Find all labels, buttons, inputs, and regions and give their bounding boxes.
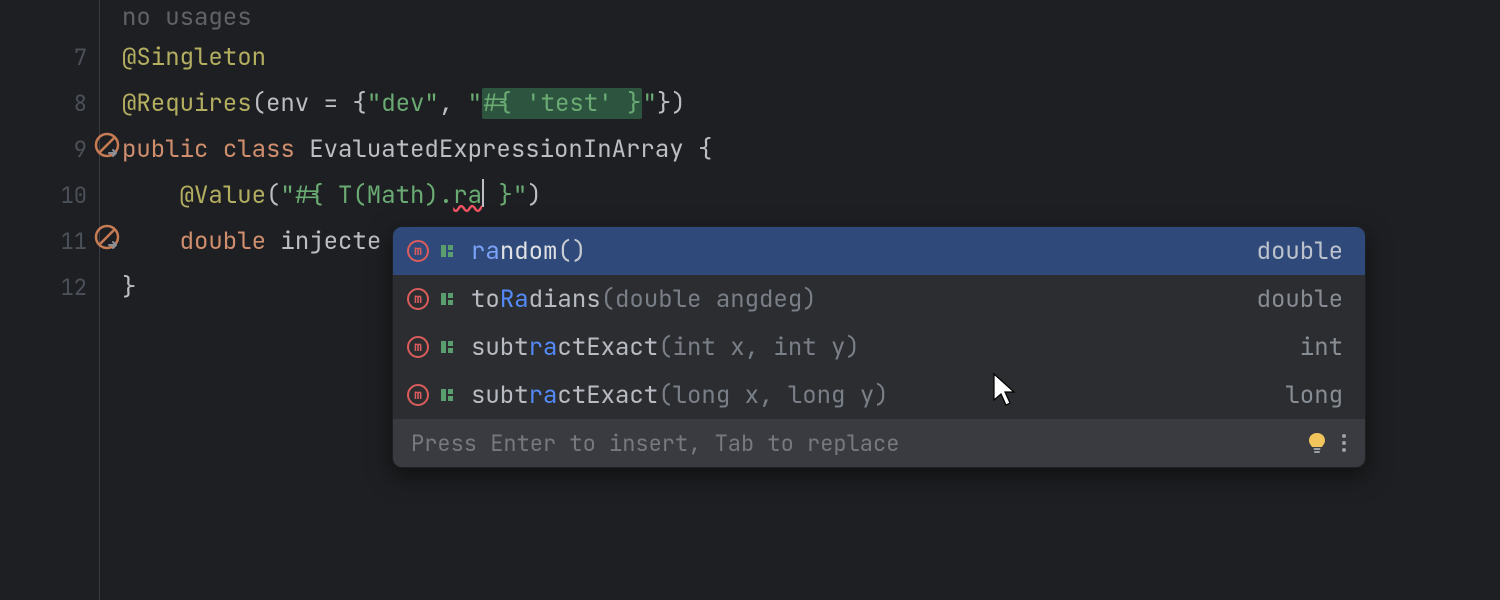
completion-signature: (int x, int y) — [658, 332, 860, 363]
completion-item[interactable]: m subtractExact(int x, int y) int — [393, 323, 1365, 371]
completion-match: Ra — [500, 284, 529, 315]
static-icon — [439, 291, 455, 307]
completion-hint: Press Enter to insert, Tab to replace — [411, 429, 1293, 458]
completion-return-type: double — [1257, 284, 1343, 315]
lightbulb-icon[interactable] — [1307, 432, 1327, 454]
completion-popup[interactable]: m random() double m toRadians(double ang… — [392, 226, 1366, 468]
method-icon: m — [407, 288, 429, 310]
completion-rest: ctExact — [557, 380, 658, 411]
line-number: 9 — [74, 135, 87, 164]
static-icon — [439, 387, 455, 403]
completion-footer: Press Enter to insert, Tab to replace — [393, 419, 1365, 467]
completion-rest: dians — [529, 284, 601, 315]
completion-rest: ctExact — [557, 332, 658, 363]
completion-match: ra — [471, 236, 500, 267]
method-icon: m — [407, 384, 429, 406]
completion-item[interactable]: m subtractExact(long x, long y) long — [393, 371, 1365, 419]
completion-return-type: int — [1300, 332, 1343, 363]
line-number: 7 — [74, 43, 87, 72]
completion-match: ra — [529, 380, 558, 411]
completion-signature: (long x, long y) — [658, 380, 888, 411]
completion-item[interactable]: m toRadians(double angdeg) double — [393, 275, 1365, 323]
line-number: 8 — [74, 89, 87, 118]
kebab-menu-icon[interactable] — [1341, 432, 1347, 454]
completion-rest: ndom — [500, 236, 558, 267]
code-line[interactable]: public class EvaluatedExpressionInArray … — [122, 126, 1500, 172]
usages-hint: no usages — [122, 2, 252, 33]
gutter: 7 8 9 10 11 12 — [0, 0, 100, 600]
completion-item[interactable]: m random() double — [393, 227, 1365, 275]
svg-text:m: m — [414, 292, 422, 307]
svg-text:m: m — [414, 244, 422, 259]
code-line[interactable]: @Singleton — [122, 34, 1500, 80]
method-icon: m — [407, 336, 429, 358]
line-number: 11 — [61, 227, 87, 256]
completion-signature: (double angdeg) — [601, 284, 817, 315]
completion-match: ra — [529, 332, 558, 363]
svg-text:m: m — [414, 340, 422, 355]
svg-text:m: m — [414, 388, 422, 403]
line-number: 10 — [61, 181, 87, 210]
completion-signature: () — [557, 236, 586, 267]
method-icon: m — [407, 240, 429, 262]
code-line[interactable]: @Value("#{ T(Math).ra }") — [122, 172, 1500, 218]
text-caret — [482, 179, 484, 207]
completion-return-type: long — [1285, 380, 1343, 411]
static-icon — [439, 339, 455, 355]
code-line[interactable]: @Requires(env = {"dev", "#{ 'test' }"}) — [122, 80, 1500, 126]
completion-return-type: double — [1257, 236, 1343, 267]
static-icon — [439, 243, 455, 259]
line-number: 12 — [61, 273, 87, 302]
